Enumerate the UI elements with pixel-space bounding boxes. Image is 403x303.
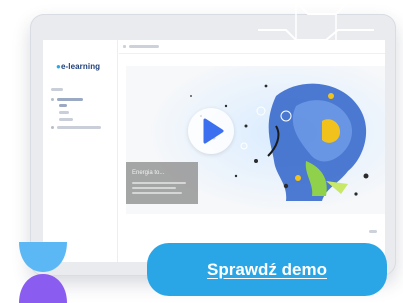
app-logo[interactable]: ●e-learning xyxy=(56,62,100,71)
sidebar-item-active[interactable] xyxy=(59,104,67,107)
demo-button[interactable]: Sprawdź demo xyxy=(147,243,387,296)
main-content: Energia to... xyxy=(119,40,385,262)
video-title: Energia to... xyxy=(132,170,165,176)
sidebar-bullet-icon xyxy=(51,98,54,101)
sidebar-bullet-icon xyxy=(51,126,54,129)
video-subtitle-line xyxy=(132,192,182,194)
breadcrumb[interactable] xyxy=(129,45,159,48)
sidebar-item[interactable] xyxy=(59,118,73,121)
back-icon[interactable] xyxy=(123,45,126,48)
video-title-card: Energia to... xyxy=(126,162,198,204)
demo-button-label: Sprawdź demo xyxy=(207,259,327,279)
play-button[interactable] xyxy=(188,108,234,154)
video-player[interactable]: Energia to... xyxy=(126,66,385,214)
page-number xyxy=(369,230,377,233)
sidebar-item[interactable] xyxy=(59,111,69,114)
play-icon xyxy=(203,118,224,144)
sidebar: ●e-learning xyxy=(43,40,118,262)
video-subtitle-line xyxy=(132,187,176,189)
app-screen: ●e-learning Energia to... xyxy=(43,40,385,262)
decorative-blob-shape xyxy=(19,242,67,303)
logo-text: e-learning xyxy=(60,62,101,71)
sidebar-item[interactable] xyxy=(57,126,101,129)
sidebar-item-module[interactable] xyxy=(57,98,83,101)
topbar xyxy=(119,40,385,54)
video-subtitle-line xyxy=(132,182,186,184)
sidebar-item[interactable] xyxy=(51,88,63,91)
